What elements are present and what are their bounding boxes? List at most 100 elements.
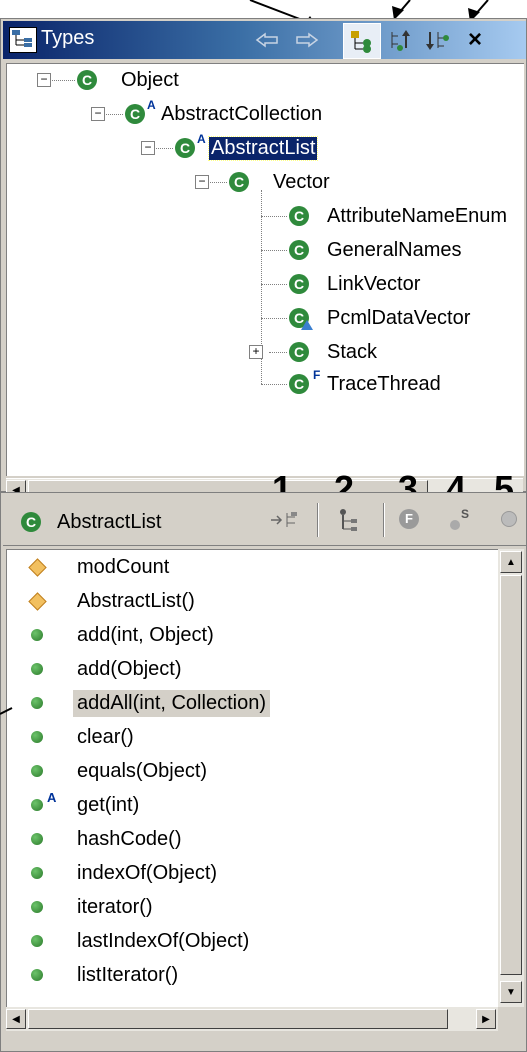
tree-item-stack[interactable]: C Stack: [289, 336, 377, 368]
abstract-modifier: A: [197, 132, 206, 146]
list-item[interactable]: clear(): [7, 720, 497, 754]
class-icon: C: [289, 342, 309, 362]
collapse-toggle[interactable]: −: [37, 73, 51, 87]
tree-item-generalnames[interactable]: C GeneralNames: [289, 234, 462, 266]
list-item[interactable]: add(int, Object): [7, 618, 497, 652]
toolbar-separator: [317, 503, 319, 537]
back-arrow-icon[interactable]: [253, 26, 281, 54]
public-method-icon: [31, 867, 43, 879]
list-item[interactable]: AbstractList(): [7, 584, 497, 618]
members-view-header: C AbstractList F S: [3, 495, 526, 546]
list-item[interactable]: listIterator(): [7, 958, 497, 992]
supertype-hierarchy-icon[interactable]: [387, 26, 415, 54]
tree-connector: [49, 80, 75, 81]
abstract-class-icon: C: [175, 138, 195, 158]
list-item[interactable]: modCount: [7, 550, 497, 584]
protected-field-icon: [28, 557, 47, 577]
public-method-icon: [31, 697, 43, 709]
class-icon: C: [21, 512, 41, 532]
tree-item-label: AttributeNameEnum: [327, 204, 508, 227]
member-label: add(Object): [77, 657, 182, 680]
public-method-icon: [31, 731, 43, 743]
public-method-icon: [31, 765, 43, 777]
tree-connector: [269, 352, 287, 353]
member-label: AbstractList(): [77, 589, 195, 612]
tree-item-label-selected: AbstractList: [207, 135, 319, 161]
tree-item-label: TraceThread: [327, 372, 441, 395]
scrollbar-thumb[interactable]: [500, 575, 522, 975]
hierarchy-view-icon: [9, 27, 37, 53]
tree-connector: [261, 384, 287, 385]
tree-item-tracethread[interactable]: C F TraceThread: [289, 368, 441, 400]
class-icon: C: [77, 70, 97, 90]
list-item[interactable]: add(Object): [7, 652, 497, 686]
class-icon: C: [289, 206, 309, 226]
scroll-down-icon[interactable]: ▼: [500, 981, 522, 1003]
show-inherited-members-icon[interactable]: [269, 509, 299, 536]
collapse-toggle[interactable]: −: [141, 141, 155, 155]
public-method-icon: [31, 833, 43, 845]
type-hierarchy-tree: − − − − + C Object C A AbstractCollectio…: [6, 63, 524, 476]
members-vertical-scrollbar[interactable]: ▲ ▼: [498, 549, 524, 1007]
tree-item-attributenameenum[interactable]: C AttributeNameEnum: [289, 200, 507, 232]
tree-item-label: Stack: [327, 340, 378, 363]
public-method-icon: [31, 969, 43, 981]
members-list: modCount AbstractList() add(int, Object)…: [6, 549, 499, 1008]
list-item-highlighted[interactable]: addAll(int, Collection): [7, 686, 497, 720]
hide-static-members-icon[interactable]: S: [449, 507, 473, 538]
tree-connector: [153, 148, 173, 149]
type-hierarchy-icon[interactable]: [343, 23, 381, 59]
member-label: add(int, Object): [77, 623, 214, 646]
scroll-left-icon[interactable]: ◀: [6, 1009, 26, 1029]
tree-connector: [207, 182, 227, 183]
abstract-modifier: A: [47, 790, 57, 805]
tree-item-vector[interactable]: C Vector: [229, 166, 330, 198]
tree-connector: [261, 250, 287, 251]
list-item[interactable]: iterator(): [7, 890, 497, 924]
hide-fields-icon[interactable]: F: [399, 509, 419, 529]
collapse-toggle[interactable]: −: [195, 175, 209, 189]
deprecated-marker-icon: [301, 320, 313, 330]
scrollbar-corner: [498, 1007, 524, 1031]
tree-item-label: PcmlDataVector: [327, 306, 471, 329]
collapse-toggle[interactable]: −: [91, 107, 105, 121]
public-method-icon: [31, 935, 43, 947]
tree-item-abstractlist[interactable]: C A AbstractList: [175, 132, 319, 164]
public-method-icon: [31, 901, 43, 913]
types-view: Types × − − − − + C Object C A AbstractC…: [0, 18, 527, 501]
list-item[interactable]: equals(Object): [7, 754, 497, 788]
tree-item-pcmldatavector[interactable]: C PcmlDataVector: [289, 302, 470, 334]
tree-connector: [103, 114, 123, 115]
tree-connector: [261, 216, 287, 217]
static-label: S: [461, 507, 470, 521]
list-item[interactable]: indexOf(Object): [7, 856, 497, 890]
subtype-hierarchy-icon[interactable]: [423, 26, 451, 54]
types-view-title: Types: [41, 27, 95, 49]
scrollbar-thumb[interactable]: [28, 1009, 448, 1029]
expand-toggle[interactable]: +: [249, 345, 263, 359]
protected-constructor-icon: [28, 591, 47, 611]
close-icon[interactable]: ×: [461, 26, 489, 54]
tree-connector: [261, 318, 287, 319]
tree-item-abstractcollection[interactable]: C A AbstractCollection: [125, 98, 322, 130]
list-item[interactable]: hashCode(): [7, 822, 497, 856]
hide-nonpublic-members-icon[interactable]: [501, 511, 517, 527]
tree-item-object[interactable]: C Object: [77, 64, 179, 96]
members-view-title: AbstractList: [57, 511, 162, 533]
scroll-up-icon[interactable]: ▲: [500, 551, 522, 573]
class-icon: C: [289, 240, 309, 260]
tree-item-label: GeneralNames: [327, 238, 462, 261]
class-icon: C: [289, 374, 309, 394]
tree-item-linkvector[interactable]: C LinkVector: [289, 268, 420, 300]
final-modifier: F: [313, 368, 321, 382]
tree-item-label: LinkVector: [327, 272, 421, 295]
list-item[interactable]: A get(int): [7, 788, 497, 822]
list-item[interactable]: lastIndexOf(Object): [7, 924, 497, 958]
lock-view-icon[interactable]: [337, 507, 363, 538]
abstract-method-icon: [31, 799, 43, 811]
scroll-right-icon[interactable]: ▶: [476, 1009, 496, 1029]
members-horizontal-scrollbar[interactable]: ◀ ▶: [6, 1007, 498, 1031]
public-method-icon: [31, 663, 43, 675]
class-icon: C: [289, 274, 309, 294]
forward-arrow-icon[interactable]: [293, 26, 321, 54]
